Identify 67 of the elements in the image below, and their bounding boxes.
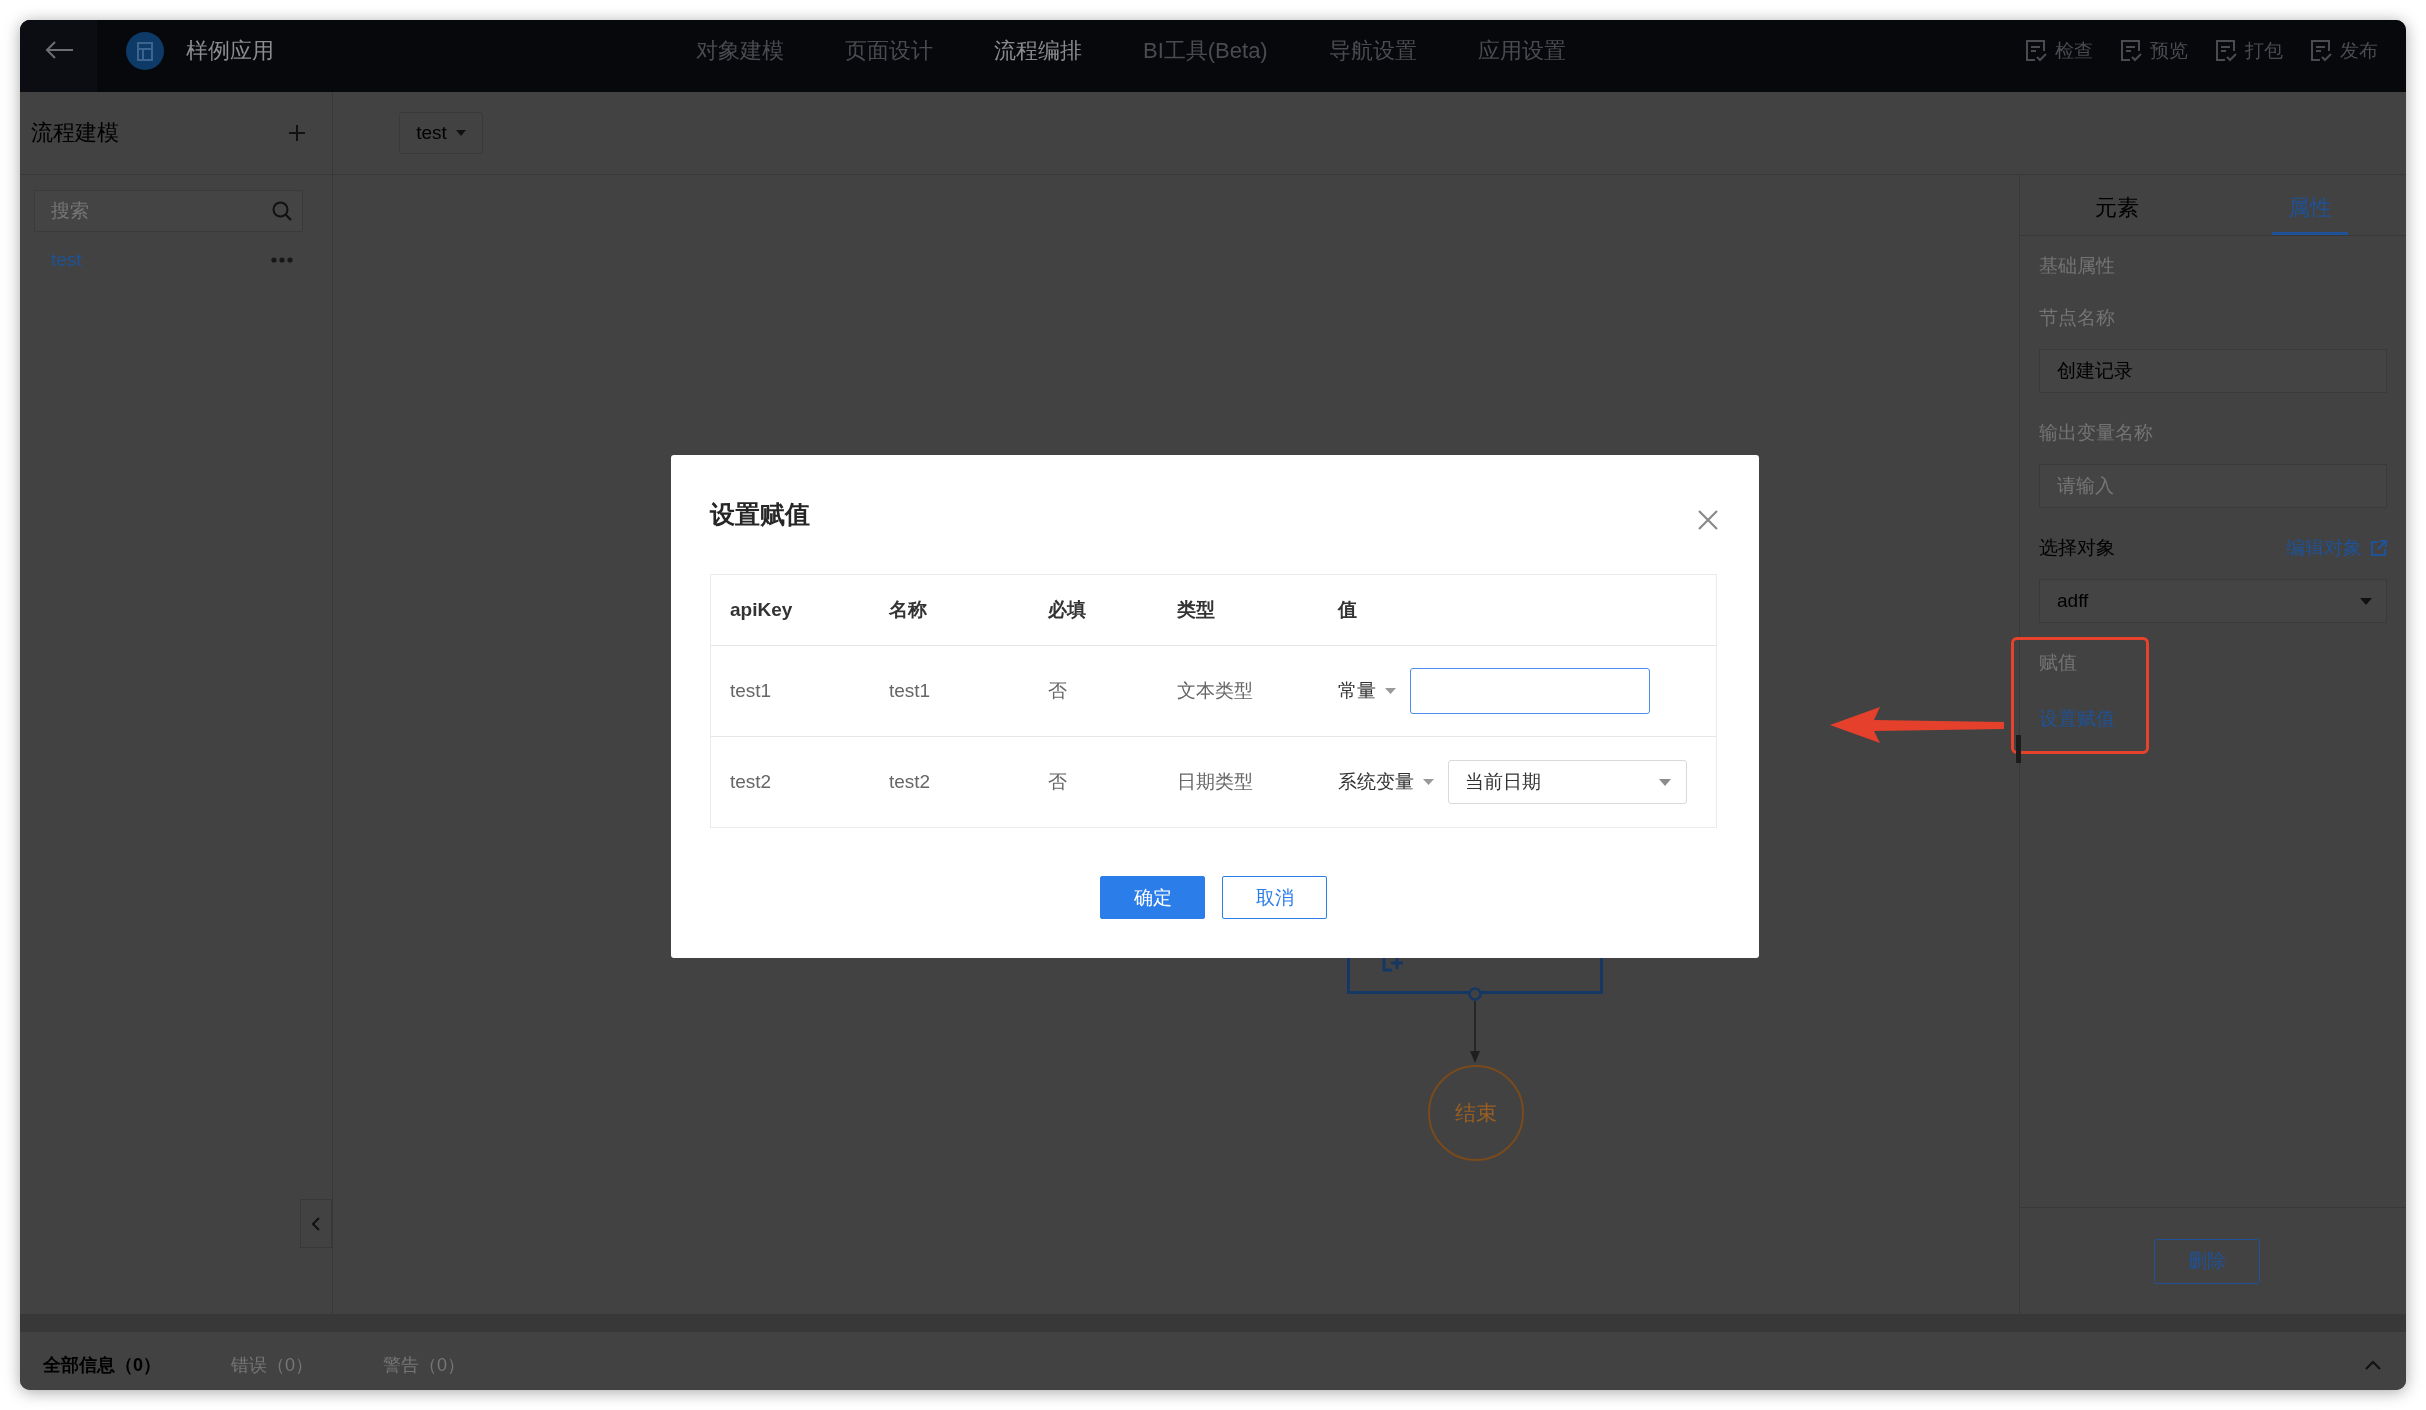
field-label: 选择对象 xyxy=(2039,536,2115,560)
table-cell-text: test1 xyxy=(888,680,931,702)
caret-down-icon xyxy=(455,130,466,136)
caret-down-icon xyxy=(1423,779,1434,785)
table-cell-text: test2 xyxy=(729,771,772,793)
note-check-icon xyxy=(2215,39,2237,63)
nav-tab[interactable]: 导航设置 xyxy=(1328,36,1417,66)
delete-button[interactable]: 删除 xyxy=(2154,1238,2260,1284)
toolbar-action-button[interactable]: 打包 xyxy=(2215,38,2283,64)
nav-tab[interactable]: 对象建模 xyxy=(696,36,784,66)
nav-tab[interactable]: 流程编排 xyxy=(994,36,1082,66)
table-header-cell-text: 类型 xyxy=(1176,598,1215,622)
resize-handle[interactable] xyxy=(2016,735,2021,763)
caret-down-icon xyxy=(1385,688,1396,694)
table-cell-text: 否 xyxy=(1047,679,1067,703)
set-value-link[interactable]: 设置赋值 xyxy=(2039,707,2115,731)
table-cell-text: 文本类型 xyxy=(1176,679,1253,703)
note-check-icon xyxy=(2025,39,2047,63)
source-dropdown[interactable]: 常量 xyxy=(1338,678,1396,704)
table-cell-text: 日期类型 xyxy=(1176,770,1253,794)
connector-arrow xyxy=(1469,1001,1481,1063)
nav-tab[interactable]: BI工具(Beta) xyxy=(1143,36,1268,66)
object-select[interactable]: adff xyxy=(2039,579,2387,623)
table-header-cell-text: 名称 xyxy=(888,598,927,622)
panel-tab[interactable]: 属性 xyxy=(2271,193,2348,235)
flow-dropdown[interactable]: test xyxy=(399,112,483,154)
edit-object-link[interactable]: 编辑对象 xyxy=(2286,536,2387,560)
close-icon[interactable] xyxy=(1698,510,1718,530)
chevron-up-icon[interactable] xyxy=(2365,1360,2381,1370)
sidebar-title: 流程建模 xyxy=(31,119,119,147)
nav-tab[interactable]: 页面设计 xyxy=(845,36,933,66)
bracket-plus-icon xyxy=(1381,958,1405,972)
table-cell-text: test2 xyxy=(888,771,931,793)
text-input[interactable]: 创建记录 xyxy=(2039,349,2387,393)
table-cell-text: 否 xyxy=(1047,770,1067,794)
dialog-title: 设置赋值 xyxy=(710,499,810,529)
collapse-button[interactable] xyxy=(300,1199,332,1248)
app-logo-icon xyxy=(126,32,164,70)
table-header-cell-text: 必填 xyxy=(1047,598,1086,622)
caret-down-icon xyxy=(1659,778,1671,786)
panel-tab[interactable]: 元素 xyxy=(2078,193,2155,235)
flow-list-item[interactable]: test xyxy=(34,240,303,280)
nav-tab[interactable]: 应用设置 xyxy=(1477,36,1566,66)
caret-down-icon xyxy=(2360,597,2372,605)
note-check-icon xyxy=(2120,39,2142,63)
search-icon xyxy=(272,201,292,221)
toolbar-action-button[interactable]: 预览 xyxy=(2120,38,2188,64)
more-icon[interactable] xyxy=(271,257,293,263)
add-icon[interactable] xyxy=(289,125,305,141)
back-button[interactable] xyxy=(20,20,97,92)
message-tab[interactable]: 全部信息（0） xyxy=(43,1353,161,1377)
confirm-button[interactable]: 确定 xyxy=(1100,876,1205,919)
arrow-left-icon xyxy=(43,40,74,60)
table-header-cell-text: 值 xyxy=(1336,598,1357,622)
external-link-icon xyxy=(2370,539,2387,557)
end-node: 结束 xyxy=(1428,1065,1524,1161)
chevron-left-icon xyxy=(312,1216,320,1231)
note-check-icon xyxy=(2310,39,2332,63)
app-name: 样例应用 xyxy=(186,37,274,65)
value-select[interactable]: 当前日期 xyxy=(1448,760,1687,804)
toolbar-action-button[interactable]: 检查 xyxy=(2025,38,2093,64)
table-header-cell-text: apiKey xyxy=(729,599,793,621)
cancel-button[interactable]: 取消 xyxy=(1222,876,1327,919)
value-input[interactable] xyxy=(1410,668,1650,714)
toolbar-action-button[interactable]: 发布 xyxy=(2310,38,2378,64)
table-cell-text: test1 xyxy=(729,680,772,702)
source-dropdown[interactable]: 系统变量 xyxy=(1338,769,1434,795)
